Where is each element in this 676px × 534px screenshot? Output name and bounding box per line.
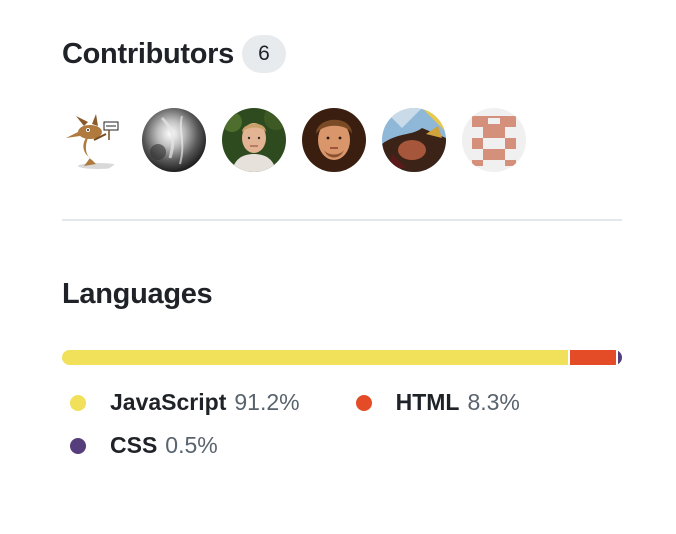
language-bar-segment-html[interactable] [569,350,616,365]
contributors-section: Contributors 6 [62,35,622,172]
contributors-title[interactable]: Contributors [62,38,234,71]
language-bar-segment-javascript[interactable] [62,350,568,365]
language-name: JavaScript [110,389,227,415]
contributor-avatar-4[interactable] [302,108,366,172]
person-green-background-avatar [222,108,286,172]
javascript-color-dot-icon [70,394,86,411]
languages-title: Languages [62,277,213,310]
identicon-avatar [462,108,526,172]
languages-section: Languages JavaScript 91.2% HTML 8.3% CSS… [62,276,622,467]
language-item-javascript[interactable]: JavaScript 91.2% [62,381,300,424]
language-list: JavaScript 91.2% HTML 8.3% CSS 0.5% [62,381,582,467]
css-color-dot-icon [70,437,86,454]
language-item-css[interactable]: CSS 0.5% [62,424,218,467]
section-divider [62,219,622,221]
language-percent: 0.5% [165,432,218,458]
outdoor-photo-avatar [382,108,446,172]
contributors-count-badge: 6 [242,35,286,73]
language-percentage-bar [62,350,622,365]
contributor-avatar-6[interactable] [462,108,526,172]
grayscale-photo-avatar [142,108,206,172]
language-name: CSS [110,432,158,458]
html-color-dot-icon [355,394,372,411]
language-bar-segment-css[interactable] [618,350,622,365]
contributor-avatar-2[interactable] [142,108,206,172]
contributor-avatars [62,108,622,172]
person-dark-background-avatar [302,108,366,172]
language-percent: 91.2% [234,389,300,415]
contributor-avatar-1[interactable] [62,108,126,172]
contributors-heading-row: Contributors 6 [62,35,622,73]
contributor-avatar-3[interactable] [222,108,286,172]
language-name: HTML [395,389,460,415]
language-percent: 8.3% [467,389,520,415]
cartoon-coyote-avatar [62,108,126,172]
contributor-avatar-5[interactable] [382,108,446,172]
languages-heading-row: Languages [62,276,622,312]
language-item-html[interactable]: HTML 8.3% [348,381,520,424]
